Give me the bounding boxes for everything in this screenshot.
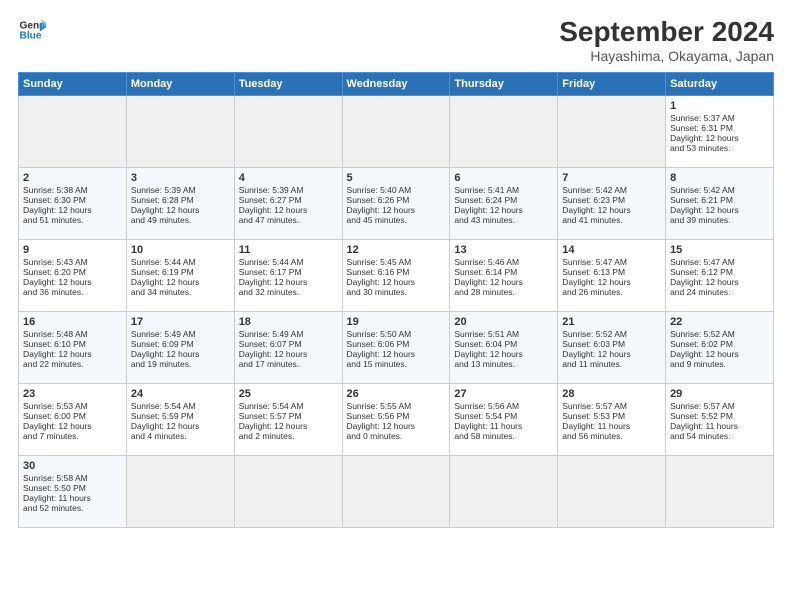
table-row: 9Sunrise: 5:43 AMSunset: 6:20 PMDaylight… [19,240,127,312]
main-title: September 2024 [559,16,774,48]
table-row: 6Sunrise: 5:41 AMSunset: 6:24 PMDaylight… [450,168,558,240]
table-row: 19Sunrise: 5:50 AMSunset: 6:06 PMDayligh… [342,312,450,384]
calendar-table: Sunday Monday Tuesday Wednesday Thursday… [18,72,774,528]
logo: General Blue [18,16,46,44]
svg-text:Blue: Blue [20,31,42,42]
table-row [342,96,450,168]
table-row [342,456,450,528]
col-thursday: Thursday [450,73,558,96]
table-row [450,96,558,168]
table-row [666,456,774,528]
table-row: 24Sunrise: 5:54 AMSunset: 5:59 PMDayligh… [126,384,234,456]
table-row [19,96,127,168]
col-friday: Friday [558,73,666,96]
table-row: 16Sunrise: 5:48 AMSunset: 6:10 PMDayligh… [19,312,127,384]
col-monday: Monday [126,73,234,96]
table-row: 21Sunrise: 5:52 AMSunset: 6:03 PMDayligh… [558,312,666,384]
col-sunday: Sunday [19,73,127,96]
col-saturday: Saturday [666,73,774,96]
col-wednesday: Wednesday [342,73,450,96]
table-row: 10Sunrise: 5:44 AMSunset: 6:19 PMDayligh… [126,240,234,312]
table-row: 2Sunrise: 5:38 AMSunset: 6:30 PMDaylight… [19,168,127,240]
table-row: 30Sunrise: 5:58 AMSunset: 5:50 PMDayligh… [19,456,127,528]
table-row: 27Sunrise: 5:56 AMSunset: 5:54 PMDayligh… [450,384,558,456]
table-row: 1Sunrise: 5:37 AMSunset: 6:31 PMDaylight… [666,96,774,168]
table-row: 18Sunrise: 5:49 AMSunset: 6:07 PMDayligh… [234,312,342,384]
table-row: 20Sunrise: 5:51 AMSunset: 6:04 PMDayligh… [450,312,558,384]
logo-icon: General Blue [18,16,46,44]
subtitle: Hayashima, Okayama, Japan [559,48,774,64]
table-row [126,96,234,168]
table-row: 25Sunrise: 5:54 AMSunset: 5:57 PMDayligh… [234,384,342,456]
table-row: 8Sunrise: 5:42 AMSunset: 6:21 PMDaylight… [666,168,774,240]
table-row [234,96,342,168]
table-row: 5Sunrise: 5:40 AMSunset: 6:26 PMDaylight… [342,168,450,240]
title-area: September 2024 Hayashima, Okayama, Japan [559,16,774,64]
table-row: 28Sunrise: 5:57 AMSunset: 5:53 PMDayligh… [558,384,666,456]
table-row: 12Sunrise: 5:45 AMSunset: 6:16 PMDayligh… [342,240,450,312]
col-tuesday: Tuesday [234,73,342,96]
table-row: 29Sunrise: 5:57 AMSunset: 5:52 PMDayligh… [666,384,774,456]
table-row: 13Sunrise: 5:46 AMSunset: 6:14 PMDayligh… [450,240,558,312]
table-row: 15Sunrise: 5:47 AMSunset: 6:12 PMDayligh… [666,240,774,312]
table-row: 14Sunrise: 5:47 AMSunset: 6:13 PMDayligh… [558,240,666,312]
table-row [558,96,666,168]
table-row: 11Sunrise: 5:44 AMSunset: 6:17 PMDayligh… [234,240,342,312]
table-row: 17Sunrise: 5:49 AMSunset: 6:09 PMDayligh… [126,312,234,384]
table-row: 3Sunrise: 5:39 AMSunset: 6:28 PMDaylight… [126,168,234,240]
table-row: 7Sunrise: 5:42 AMSunset: 6:23 PMDaylight… [558,168,666,240]
table-row: 26Sunrise: 5:55 AMSunset: 5:56 PMDayligh… [342,384,450,456]
table-row [234,456,342,528]
table-row: 22Sunrise: 5:52 AMSunset: 6:02 PMDayligh… [666,312,774,384]
table-row [558,456,666,528]
table-row: 4Sunrise: 5:39 AMSunset: 6:27 PMDaylight… [234,168,342,240]
table-row [126,456,234,528]
table-row: 23Sunrise: 5:53 AMSunset: 6:00 PMDayligh… [19,384,127,456]
table-row [450,456,558,528]
